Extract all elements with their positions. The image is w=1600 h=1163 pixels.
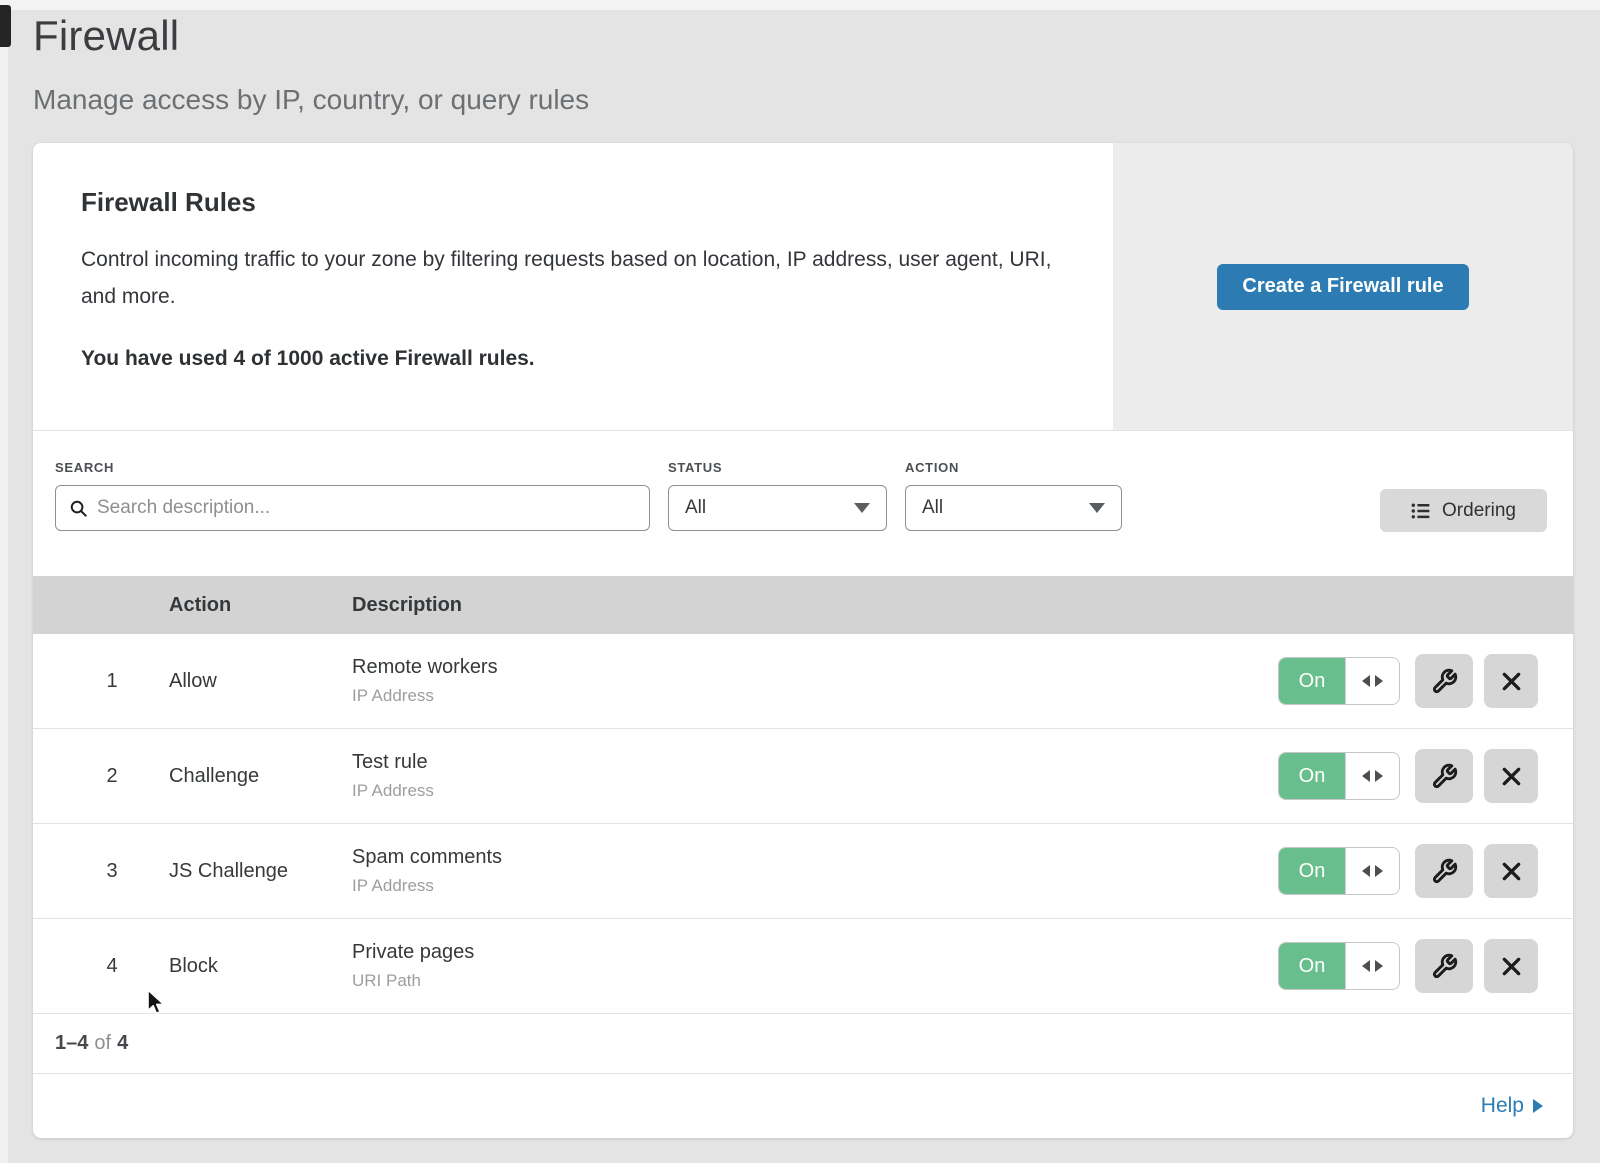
delete-rule-button[interactable] bbox=[1484, 939, 1538, 993]
ordering-button-label: Ordering bbox=[1442, 500, 1516, 522]
rule-enabled-toggle[interactable]: On bbox=[1278, 752, 1400, 800]
rule-match-type: IP Address bbox=[352, 876, 1278, 896]
rule-description: Spam comments bbox=[352, 846, 1278, 869]
screen-edge-top bbox=[0, 0, 1600, 10]
chevron-down-icon bbox=[854, 503, 870, 513]
delete-rule-button[interactable] bbox=[1484, 654, 1538, 708]
left-right-arrows-icon[interactable] bbox=[1345, 848, 1399, 894]
status-select[interactable]: All bbox=[668, 485, 887, 531]
wrench-icon bbox=[1431, 763, 1458, 790]
rule-row: 1 Allow Remote workers IP Address On bbox=[33, 634, 1573, 729]
list-icon bbox=[1411, 501, 1431, 521]
x-icon bbox=[1500, 670, 1523, 693]
pagination-range: 1–4 bbox=[55, 1032, 88, 1055]
pagination-of: of bbox=[94, 1032, 111, 1055]
edit-rule-button[interactable] bbox=[1415, 844, 1473, 898]
rule-action: Challenge bbox=[169, 765, 352, 788]
column-header-description: Description bbox=[352, 576, 462, 634]
help-link-label: Help bbox=[1481, 1094, 1524, 1118]
rule-row: 3 JS Challenge Spam comments IP Address … bbox=[33, 824, 1573, 919]
usage-note: You have used 4 of 1000 active Firewall … bbox=[81, 347, 535, 371]
filters-bar: SEARCH STATUS All ACTION All bbox=[33, 431, 1573, 576]
left-right-arrows-icon[interactable] bbox=[1345, 943, 1399, 989]
create-firewall-rule-button[interactable]: Create a Firewall rule bbox=[1217, 264, 1469, 310]
wrench-icon bbox=[1431, 858, 1458, 885]
delete-rule-button[interactable] bbox=[1484, 844, 1538, 898]
left-right-arrows-icon[interactable] bbox=[1345, 658, 1399, 704]
search-label: SEARCH bbox=[55, 460, 114, 475]
rule-action: Block bbox=[169, 955, 352, 978]
edit-rule-button[interactable] bbox=[1415, 654, 1473, 708]
left-right-arrows-icon[interactable] bbox=[1345, 753, 1399, 799]
action-label: ACTION bbox=[905, 460, 959, 475]
delete-rule-button[interactable] bbox=[1484, 749, 1538, 803]
column-header-action: Action bbox=[169, 576, 231, 634]
screen-edge-left bbox=[0, 10, 8, 1163]
help-link[interactable]: Help bbox=[1481, 1094, 1543, 1118]
wrench-icon bbox=[1431, 668, 1458, 695]
search-box[interactable] bbox=[55, 485, 650, 531]
rule-action: JS Challenge bbox=[169, 860, 352, 883]
search-input[interactable] bbox=[97, 488, 649, 528]
rule-controls: On bbox=[1278, 749, 1538, 803]
chevron-right-icon bbox=[1533, 1099, 1543, 1113]
x-icon bbox=[1500, 860, 1523, 883]
toggle-on-label: On bbox=[1279, 658, 1345, 704]
toggle-on-label: On bbox=[1279, 943, 1345, 989]
rule-priority: 1 bbox=[92, 670, 132, 693]
page-header: Firewall Manage access by IP, country, o… bbox=[33, 12, 589, 116]
firewall-rules-card: Firewall Rules Control incoming traffic … bbox=[33, 143, 1573, 431]
rule-row: 2 Challenge Test rule IP Address On bbox=[33, 729, 1573, 824]
rule-match-type: IP Address bbox=[352, 781, 1278, 801]
rule-row: 4 Block Private pages URI Path On bbox=[33, 919, 1573, 1014]
window-corner-artifact bbox=[0, 5, 11, 47]
help-row: Help bbox=[33, 1074, 1573, 1137]
firewall-rules-panel: Firewall Rules Control incoming traffic … bbox=[33, 143, 1573, 1138]
pagination-total: 4 bbox=[117, 1032, 128, 1055]
page-title: Firewall bbox=[33, 12, 589, 60]
action-select[interactable]: All bbox=[905, 485, 1122, 531]
card-description: Control incoming traffic to your zone by… bbox=[81, 241, 1061, 315]
page-subtitle: Manage access by IP, country, or query r… bbox=[33, 84, 589, 116]
edit-rule-button[interactable] bbox=[1415, 939, 1473, 993]
edit-rule-button[interactable] bbox=[1415, 749, 1473, 803]
rule-description: Remote workers bbox=[352, 656, 1278, 679]
status-label: STATUS bbox=[668, 460, 722, 475]
status-select-value: All bbox=[685, 497, 706, 519]
chevron-down-icon bbox=[1089, 503, 1105, 513]
card-heading: Firewall Rules bbox=[81, 187, 256, 218]
rule-description: Test rule bbox=[352, 751, 1278, 774]
action-select-value: All bbox=[922, 497, 943, 519]
ordering-button[interactable]: Ordering bbox=[1380, 489, 1547, 532]
rule-match-type: IP Address bbox=[352, 686, 1278, 706]
card-aside: Create a Firewall rule bbox=[1113, 143, 1573, 430]
rule-enabled-toggle[interactable]: On bbox=[1278, 847, 1400, 895]
toggle-on-label: On bbox=[1279, 753, 1345, 799]
toggle-on-label: On bbox=[1279, 848, 1345, 894]
rule-match-type: URI Path bbox=[352, 971, 1278, 991]
rule-description: Private pages bbox=[352, 941, 1278, 964]
x-icon bbox=[1500, 765, 1523, 788]
rule-priority: 4 bbox=[92, 955, 132, 978]
search-icon bbox=[69, 499, 88, 518]
rule-enabled-toggle[interactable]: On bbox=[1278, 657, 1400, 705]
rule-enabled-toggle[interactable]: On bbox=[1278, 942, 1400, 990]
pagination-row: 1–4 of 4 bbox=[33, 1014, 1573, 1074]
wrench-icon bbox=[1431, 953, 1458, 980]
x-icon bbox=[1500, 955, 1523, 978]
rule-priority: 3 bbox=[92, 860, 132, 883]
rule-action: Allow bbox=[169, 670, 352, 693]
rule-priority: 2 bbox=[92, 765, 132, 788]
rule-controls: On bbox=[1278, 939, 1538, 993]
rule-controls: On bbox=[1278, 844, 1538, 898]
table-header: Action Description bbox=[33, 576, 1573, 634]
rule-controls: On bbox=[1278, 654, 1538, 708]
